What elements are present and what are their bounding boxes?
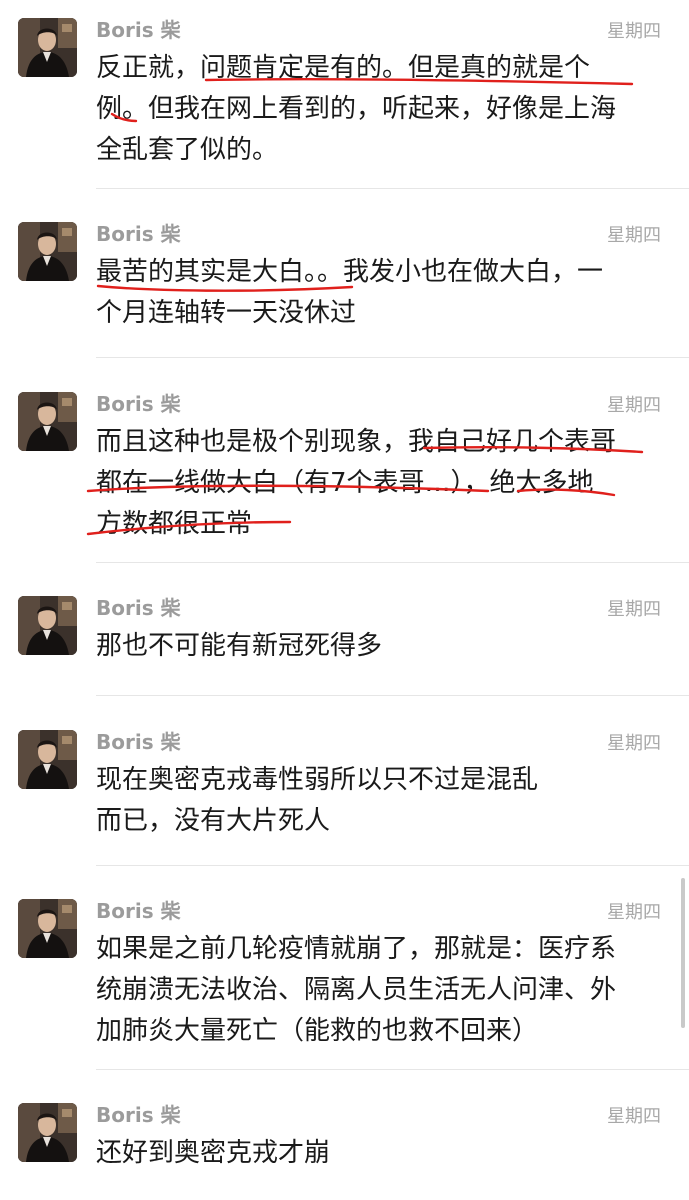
avatar[interactable]	[18, 899, 77, 958]
message-text: 现在奥密克戎毒性弱所以只不过是混乱 而已，没有大片死人	[96, 760, 656, 842]
message-line: 那也不可能有新冠死得多	[96, 631, 383, 661]
message-line: 而且这种也是极个别现象，我自己好几个表哥	[96, 427, 617, 457]
message-text: 那也不可能有新冠死得多	[96, 626, 656, 667]
sender-name: Boris 柴	[96, 899, 181, 923]
message-text: 反正就，问题肯定是有的。但是真的就是个 例。但我在网上看到的，听起来，好像是上海…	[96, 48, 656, 171]
message-line: 如果是之前几轮疫情就崩了，那就是：医疗系	[96, 934, 617, 964]
divider	[96, 1069, 689, 1070]
sender-name: Boris 柴	[96, 222, 181, 246]
message-time: 星期四	[607, 902, 661, 923]
divider	[96, 357, 689, 358]
message-line: 都在一线做大白（有7个表哥…），绝大多地	[96, 468, 594, 498]
avatar[interactable]	[18, 18, 77, 77]
message-line: 全乱套了似的。	[96, 135, 279, 165]
message-time: 星期四	[607, 21, 661, 42]
message-time: 星期四	[607, 225, 661, 246]
profile-photo-icon	[18, 596, 77, 655]
message-line: 还好到奥密克戎才崩	[96, 1138, 331, 1168]
message-time: 星期四	[607, 1106, 661, 1127]
message-text: 最苦的其实是大白。。我发小也在做大白，一 个月连轴转一天没休过	[96, 252, 656, 334]
divider	[96, 188, 689, 189]
scrollbar[interactable]	[681, 878, 685, 1028]
message-line: 现在奥密克戎毒性弱所以只不过是混乱	[96, 765, 539, 795]
divider	[96, 562, 689, 563]
avatar[interactable]	[18, 730, 77, 789]
message-line: 例。但我在网上看到的，听起来，好像是上海	[96, 94, 617, 124]
sender-name: Boris 柴	[96, 18, 181, 42]
profile-photo-icon	[18, 18, 77, 77]
message-text: 如果是之前几轮疫情就崩了，那就是：医疗系 统崩溃无法收治、隔离人员生活无人问津、…	[96, 929, 656, 1052]
profile-photo-icon	[18, 730, 77, 789]
message-time: 星期四	[607, 733, 661, 754]
sender-name: Boris 柴	[96, 596, 181, 620]
divider	[96, 695, 689, 696]
avatar[interactable]	[18, 596, 77, 655]
message-line: 加肺炎大量死亡（能救的也救不回来）	[96, 1016, 539, 1046]
message-line: 而已，没有大片死人	[96, 806, 331, 836]
sender-name: Boris 柴	[96, 730, 181, 754]
message-text: 还好到奥密克戎才崩	[96, 1133, 656, 1174]
message-line: 反正就，问题肯定是有的。但是真的就是个	[96, 53, 591, 83]
message-line: 个月连轴转一天没休过	[96, 298, 357, 328]
sender-name: Boris 柴	[96, 392, 181, 416]
message-text: 而且这种也是极个别现象，我自己好几个表哥 都在一线做大白（有7个表哥…），绝大多…	[96, 422, 656, 545]
message-line: 方数都很正常	[96, 509, 253, 539]
message-time: 星期四	[607, 599, 661, 620]
sender-name: Boris 柴	[96, 1103, 181, 1127]
profile-photo-icon	[18, 222, 77, 281]
avatar[interactable]	[18, 392, 77, 451]
divider	[96, 865, 689, 866]
message-time: 星期四	[607, 395, 661, 416]
profile-photo-icon	[18, 392, 77, 451]
message-line: 统崩溃无法收治、隔离人员生活无人问津、外	[96, 975, 617, 1005]
avatar[interactable]	[18, 222, 77, 281]
profile-photo-icon	[18, 899, 77, 958]
message-line: 最苦的其实是大白。。我发小也在做大白，一	[96, 257, 604, 287]
profile-photo-icon	[18, 1103, 77, 1162]
avatar[interactable]	[18, 1103, 77, 1162]
